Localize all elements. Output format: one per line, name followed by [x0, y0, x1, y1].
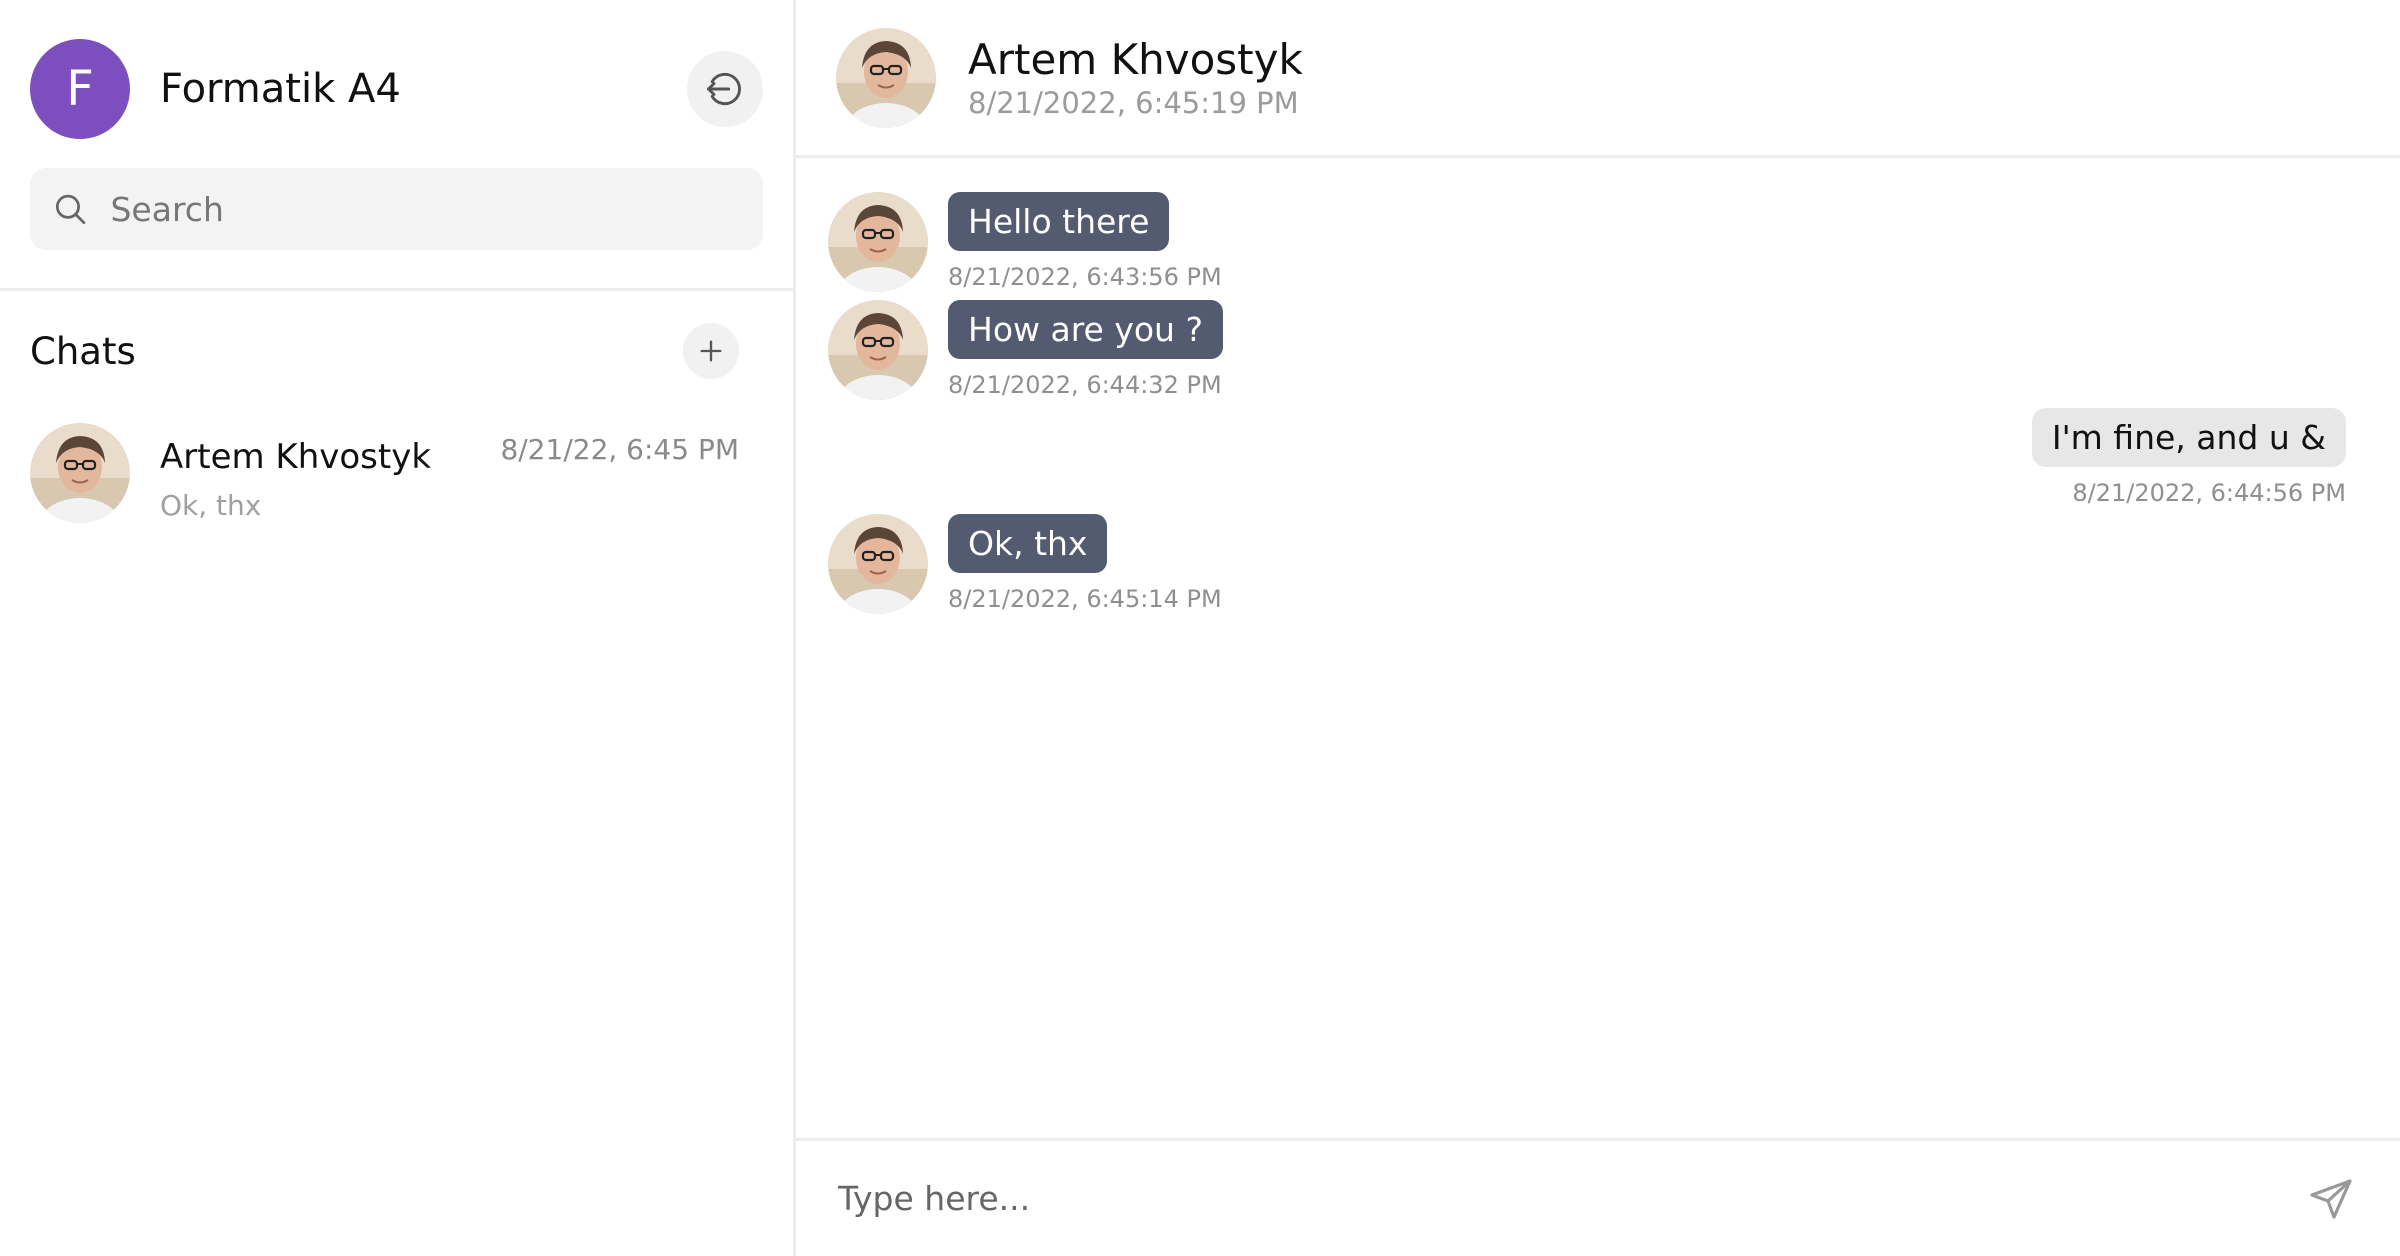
message-list: Hello there 8/21/2022, 6:43:56 PM How ar… [796, 158, 2400, 1138]
sender-avatar [828, 300, 928, 400]
avatar-initial: F [66, 61, 94, 117]
conversation-header: Artem Khvostyk 8/21/2022, 6:45:19 PM [796, 0, 2400, 158]
sidebar: F Formatik A4 Chats [0, 0, 796, 1256]
message-timestamp: 8/21/2022, 6:44:32 PM [948, 371, 1222, 399]
send-button[interactable] [2304, 1171, 2360, 1227]
logout-button[interactable] [687, 51, 763, 127]
sender-avatar [828, 192, 928, 292]
contact-name: Artem Khvostyk [968, 35, 1303, 84]
search-icon [55, 194, 86, 225]
profile-row: F Formatik A4 [0, 0, 793, 140]
send-icon [2310, 1178, 2352, 1219]
message-body: Hello there 8/21/2022, 6:43:56 PM [948, 192, 1222, 292]
avatar[interactable]: F [30, 39, 130, 139]
message-bubble[interactable]: Ok, thx [948, 514, 1108, 573]
message-incoming: How are you ? 8/21/2022, 6:44:32 PM [828, 300, 1223, 400]
message-input[interactable] [836, 1178, 2304, 1219]
plus-icon [700, 340, 722, 362]
message-incoming: Ok, thx 8/21/2022, 6:45:14 PM [828, 514, 1222, 614]
message-timestamp: 8/21/2022, 6:44:56 PM [2072, 479, 2346, 507]
message-timestamp: 8/21/2022, 6:45:14 PM [948, 585, 1222, 613]
conversation-panel: Artem Khvostyk 8/21/2022, 6:45:19 PM Hel… [796, 0, 2400, 1256]
contact-avatar [30, 423, 130, 523]
search-box[interactable] [30, 168, 763, 250]
sender-avatar [828, 514, 928, 614]
message-incoming: Hello there 8/21/2022, 6:43:56 PM [828, 192, 1222, 292]
chats-header: Chats [0, 291, 793, 411]
message-timestamp: 8/21/2022, 6:43:56 PM [948, 263, 1222, 291]
message-composer [796, 1138, 2400, 1256]
last-seen-status: 8/21/2022, 6:45:19 PM [968, 86, 1299, 120]
header-info: Artem Khvostyk 8/21/2022, 6:45:19 PM [968, 35, 1303, 120]
chat-list-item[interactable]: Artem Khvostyk Ok, thx 8/21/22, 6:45 PM [0, 411, 793, 533]
contact-avatar[interactable] [836, 28, 936, 128]
add-chat-button[interactable] [683, 323, 739, 379]
chat-contact-name: Artem Khvostyk [160, 437, 432, 477]
logout-icon [707, 72, 741, 106]
profile-name: Formatik A4 [160, 66, 401, 112]
chat-last-message: Ok, thx [160, 489, 262, 522]
message-bubble[interactable]: How are you ? [948, 300, 1223, 359]
chat-timestamp: 8/21/22, 6:45 PM [500, 433, 739, 466]
chat-info: Artem Khvostyk Ok, thx [160, 423, 500, 533]
message-body: Ok, thx 8/21/2022, 6:45:14 PM [948, 514, 1222, 614]
message-body: How are you ? 8/21/2022, 6:44:32 PM [948, 300, 1223, 400]
chats-title: Chats [30, 329, 136, 373]
search-input[interactable] [108, 188, 741, 230]
message-bubble[interactable]: I'm fine, and u & [2031, 408, 2346, 467]
chat-app: F Formatik A4 Chats [0, 0, 2400, 1256]
message-outgoing: I'm fine, and u & 8/21/2022, 6:44:56 PM [2031, 408, 2346, 507]
message-bubble[interactable]: Hello there [948, 192, 1170, 251]
